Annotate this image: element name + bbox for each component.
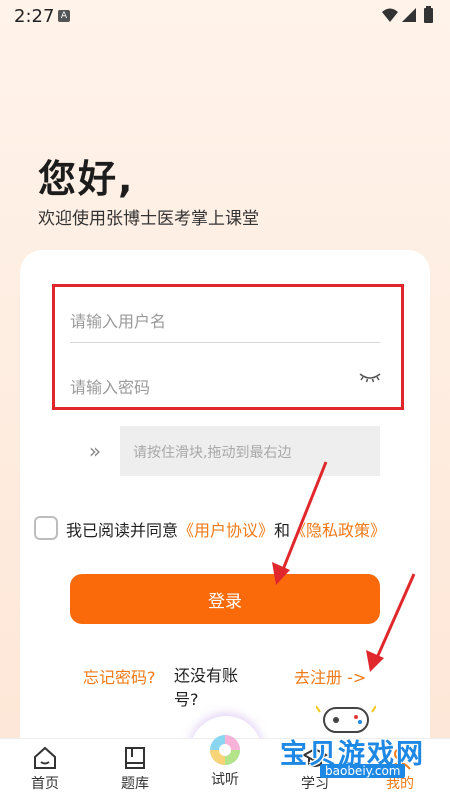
aperture-icon [210, 735, 240, 765]
login-button[interactable]: 登录 [70, 574, 380, 624]
notification-icon: A [58, 10, 70, 22]
tab-question-bank[interactable]: 题库 [95, 739, 175, 800]
privacy-policy-link[interactable]: 《隐私政策》 [290, 521, 386, 540]
tab-question-bank-label: 题库 [121, 776, 149, 792]
wifi-icon [382, 8, 398, 22]
agreement-text: 我已阅读并同意《用户协议》和《隐私政策》 [66, 517, 386, 541]
watermark-logo: 宝贝游戏网 baobeiy.com [268, 702, 448, 792]
agreement-and: 和 [274, 521, 291, 540]
slider-hint: 请按住滑块,拖动到最右边 [133, 445, 292, 461]
user-agreement-link[interactable]: 《用户协议》 [178, 521, 274, 540]
battery-icon [424, 6, 433, 23]
slider-handle[interactable]: » [70, 426, 120, 476]
password-input[interactable] [70, 362, 380, 412]
tab-home-label: 首页 [31, 776, 59, 792]
signal-icon [402, 8, 416, 22]
no-account-text: 还没有账号? [174, 666, 239, 709]
greeting-subtitle: 欢迎使用张博士医考掌上课堂 [38, 209, 259, 229]
agreement-prefix: 我已阅读并同意 [66, 521, 179, 540]
watermark-url: baobeiy.com [320, 764, 406, 778]
agreement-checkbox[interactable] [34, 516, 58, 540]
tab-home[interactable]: 首页 [5, 739, 85, 800]
eye-closed-icon[interactable] [358, 370, 382, 386]
username-input[interactable] [70, 296, 380, 346]
forgot-password-link[interactable]: 忘记密码? [83, 664, 156, 688]
home-icon [34, 746, 56, 769]
register-link[interactable]: 去注册 -> [294, 664, 366, 688]
status-icons [380, 6, 440, 26]
status-bar: 2:27 A [0, 0, 450, 32]
tab-listen-label: 试听 [211, 772, 239, 788]
status-time: 2:27 [14, 6, 55, 27]
book-icon [125, 747, 145, 769]
tab-listen[interactable]: 试听 [185, 735, 265, 800]
double-chevron-right-icon: » [88, 439, 102, 463]
field-divider [70, 342, 380, 343]
greeting-title: 您好, [38, 157, 135, 201]
